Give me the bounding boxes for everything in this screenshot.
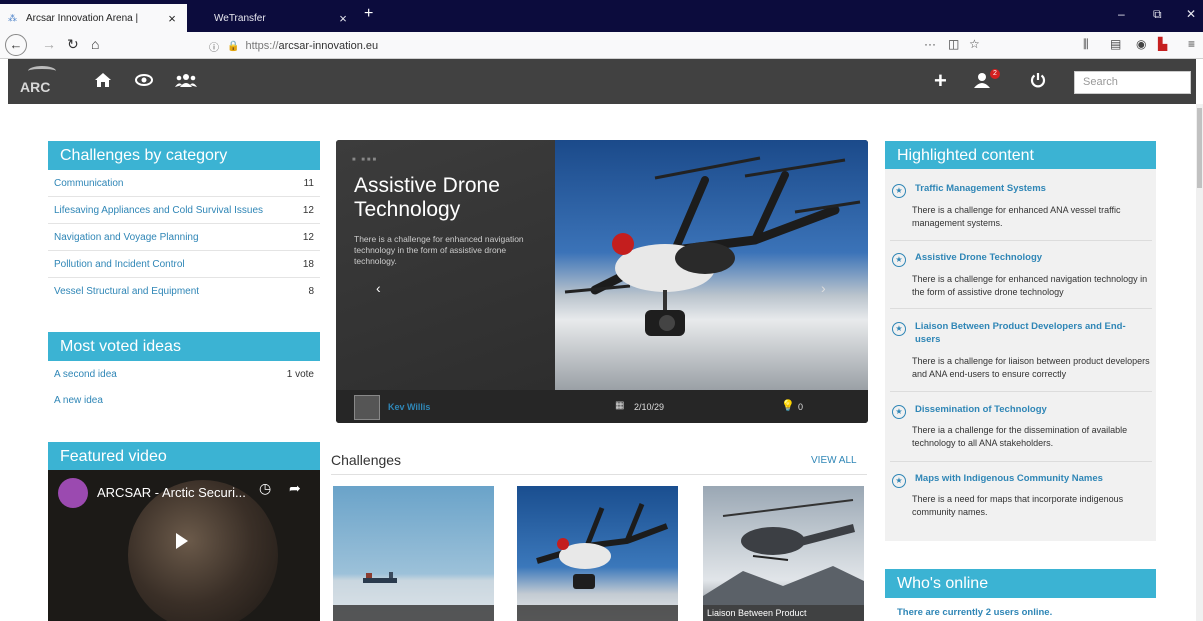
home-icon[interactable] — [94, 72, 112, 91]
tab-arcsar[interactable]: ⁂ Arcsar Innovation Arena | × — [0, 4, 187, 32]
menu-icon[interactable]: ≡ — [1188, 37, 1195, 51]
sidebar-icon[interactable]: ▤ — [1110, 37, 1121, 51]
url-host: arcsar-innovation.eu — [278, 40, 379, 52]
star-badge-icon: ★ — [892, 405, 906, 419]
extension-icon[interactable]: ◉ — [1136, 37, 1146, 51]
minimize-icon[interactable]: – — [1118, 7, 1125, 21]
challenge-card[interactable] — [333, 486, 494, 621]
highlighted-title: Highlighted content — [885, 141, 1156, 170]
drone-image — [536, 503, 669, 589]
divider — [890, 308, 1152, 309]
lock-icon: 🔒 — [227, 40, 240, 52]
notification-badge: 2 — [990, 69, 1000, 79]
tab-wetransfer[interactable]: WeTransfer × — [188, 4, 358, 32]
carousel-prev-icon[interactable]: ‹ — [376, 280, 381, 296]
site-header: ARC + 2 Search — [8, 59, 1196, 104]
ship-image — [363, 572, 397, 583]
back-arrow-icon[interactable]: ← — [5, 34, 27, 56]
browser-tabstrip: ⁂ Arcsar Innovation Arena | × WeTransfer… — [0, 0, 1203, 32]
window-close-icon[interactable]: ✕ — [1186, 7, 1196, 21]
carousel-next-icon[interactable]: › — [821, 280, 826, 296]
bookmark-star-icon[interactable]: ☆ — [969, 37, 980, 51]
challenge-caption — [333, 605, 494, 621]
carousel-indicators[interactable]: ■ ■■■ — [352, 157, 378, 163]
tab-title: WeTransfer — [214, 12, 266, 24]
star-badge-icon: ★ — [892, 253, 906, 267]
power-icon[interactable] — [1030, 72, 1046, 91]
vote-count: 1 vote — [286, 368, 314, 380]
tab-title: Arcsar Innovation Arena | — [26, 12, 139, 24]
browser-navbar: ← → ↻ ⌂ ⓘ 🔒 https:// arcsar-innovation.e… — [0, 32, 1203, 59]
featured-carousel[interactable]: ■ ■■■ Assistive Drone Technology There i… — [336, 140, 868, 423]
category-item[interactable]: Vessel Structural and Equipment 8 — [48, 278, 320, 305]
eye-icon[interactable] — [135, 72, 153, 90]
address-bar[interactable]: ⓘ 🔒 https:// arcsar-innovation.eu — [197, 36, 994, 56]
most-voted-title: Most voted ideas — [48, 332, 320, 361]
share-icon[interactable]: ➦ — [289, 480, 301, 497]
lightbulb-icon: 💡 — [781, 400, 795, 412]
video-title[interactable]: ARCSAR - Arctic Securi... — [97, 485, 246, 500]
star-badge-icon: ★ — [892, 474, 906, 488]
tab-close-icon[interactable]: × — [165, 11, 179, 26]
forward-arrow-icon[interactable]: → — [42, 36, 56, 52]
reload-icon[interactable]: ↻ — [67, 36, 79, 53]
author-avatar[interactable] — [354, 395, 380, 420]
divider — [331, 474, 867, 475]
idea-item[interactable]: A second idea 1 vote — [48, 361, 320, 387]
play-icon[interactable] — [176, 533, 188, 549]
featured-video-title: Featured video — [48, 442, 320, 471]
url-protocol: https:// — [245, 40, 279, 52]
carousel-description: There is a challenge for enhanced naviga… — [354, 234, 524, 266]
library-icon[interactable]: ⫼ — [1083, 37, 1089, 52]
post-date: 2/10/29 — [634, 402, 665, 412]
category-item[interactable]: Communication 11 — [48, 170, 320, 197]
challenge-card[interactable]: Liaison Between Product — [703, 486, 864, 621]
pocket-icon[interactable]: ◫ — [948, 37, 959, 51]
restore-icon[interactable]: ⧉ — [1153, 7, 1162, 22]
category-item[interactable]: Pollution and Incident Control 18 — [48, 251, 320, 278]
view-all-link[interactable]: VIEW ALL — [811, 455, 857, 466]
home-icon[interactable]: ⌂ — [91, 36, 99, 52]
channel-avatar[interactable] — [58, 478, 88, 508]
site-favicon-icon: ⁂ — [8, 12, 17, 23]
star-badge-icon: ★ — [892, 322, 906, 336]
categories-title: Challenges by category — [48, 141, 320, 170]
pdf-extension-icon[interactable]: ▙ — [1158, 37, 1167, 51]
category-item[interactable]: Lifesaving Appliances and Cold Survival … — [48, 197, 320, 224]
challenge-caption — [517, 605, 678, 621]
idea-item[interactable]: A new idea — [48, 387, 320, 413]
watch-later-icon[interactable]: ◷ — [259, 480, 271, 497]
category-item[interactable]: Navigation and Voyage Planning 12 — [48, 224, 320, 251]
divider — [890, 391, 1152, 392]
arcsar-logo[interactable]: ARC — [18, 64, 70, 100]
whos-online-title: Who's online — [885, 569, 1156, 598]
page-actions-icon[interactable]: ··· — [924, 37, 936, 51]
author-name[interactable]: Kev Willis — [388, 402, 430, 412]
user-notifications-icon[interactable] — [974, 72, 990, 91]
search-input[interactable]: Search — [1074, 71, 1191, 94]
star-badge-icon: ★ — [892, 184, 906, 198]
challenge-card[interactable] — [517, 486, 678, 621]
challenges-heading: Challenges — [331, 452, 402, 468]
new-tab-icon[interactable]: + — [364, 5, 373, 23]
featured-video-player[interactable]: ARCSAR - Arctic Securi... ◷ ➦ — [48, 470, 320, 621]
idea-count: 0 — [798, 402, 804, 412]
challenge-caption: Liaison Between Product — [703, 605, 864, 621]
calendar-icon: ▦ — [615, 400, 625, 411]
divider — [890, 240, 1152, 241]
video-thumbnail — [128, 480, 278, 621]
divider — [890, 461, 1152, 462]
add-icon[interactable]: + — [934, 70, 947, 92]
carousel-footer: Kev Willis ▦ 2/10/29 💡 0 — [336, 390, 868, 423]
carousel-image — [555, 140, 868, 390]
tab-close-icon[interactable]: × — [336, 11, 350, 26]
carousel-title[interactable]: Assistive Drone Technology — [354, 174, 544, 222]
page-scrollbar[interactable] — [1196, 104, 1203, 621]
info-icon[interactable]: ⓘ — [209, 39, 223, 54]
users-icon[interactable] — [175, 72, 197, 91]
helicopter-image — [703, 499, 864, 621]
online-users-text: There are currently 2 users online. — [897, 607, 1053, 618]
